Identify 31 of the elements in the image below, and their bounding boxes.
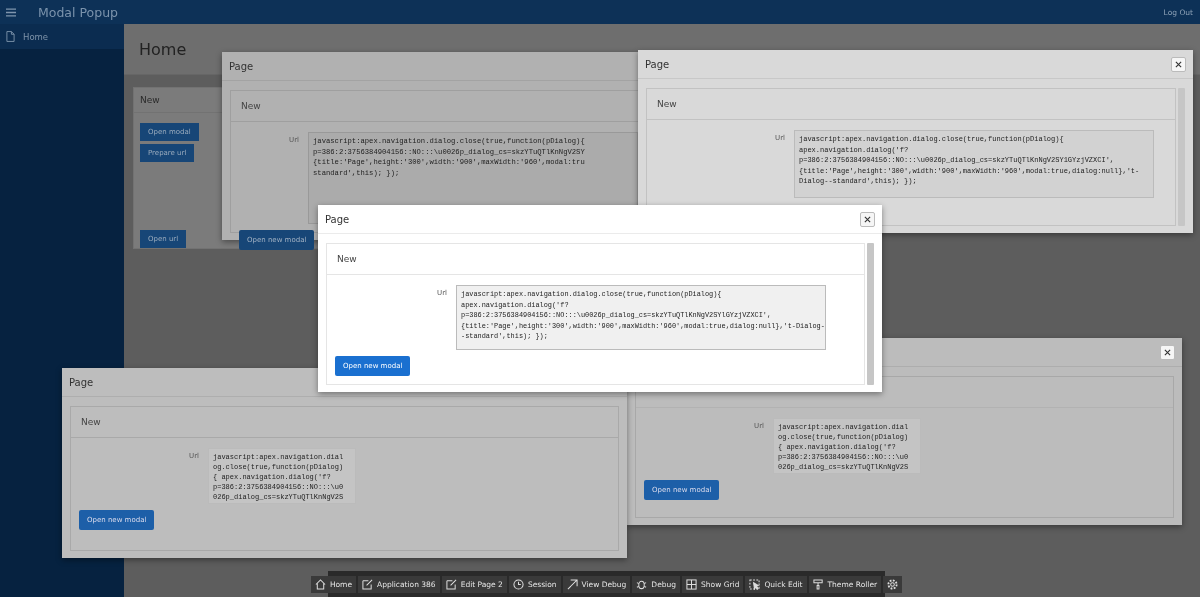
region-title: New (337, 254, 357, 264)
close-button[interactable] (1160, 344, 1175, 360)
app-title: Modal Popup (38, 4, 118, 20)
scrollbar[interactable] (867, 243, 874, 385)
dialog-title: Page (325, 213, 350, 225)
window-arrow-icon (566, 578, 578, 590)
dialog-title: Page (645, 58, 670, 70)
grid-icon (686, 578, 698, 590)
bug-icon (636, 578, 648, 590)
close-button[interactable] (1171, 56, 1186, 72)
dialog-title: Page (229, 60, 254, 72)
edit-icon (362, 578, 374, 590)
clock-icon (512, 578, 524, 590)
close-button[interactable] (860, 211, 875, 227)
settings-icon (887, 578, 899, 590)
page-title: Home (139, 39, 187, 59)
region-title: New (81, 417, 101, 427)
page-icon (6, 31, 15, 42)
region-title: New (241, 101, 261, 111)
home-icon (314, 578, 326, 590)
close-icon (1175, 60, 1182, 68)
nav-item[interactable]: Home (0, 24, 124, 49)
region-title: New (657, 99, 677, 109)
region-title: New (140, 95, 160, 105)
menu-icon[interactable] (6, 7, 16, 17)
dialog-title: Page (69, 376, 94, 388)
edit-icon (445, 578, 457, 590)
paint-roller-icon (812, 578, 824, 590)
close-icon (864, 215, 871, 223)
cursor-icon (749, 578, 761, 590)
close-icon (1164, 348, 1171, 356)
